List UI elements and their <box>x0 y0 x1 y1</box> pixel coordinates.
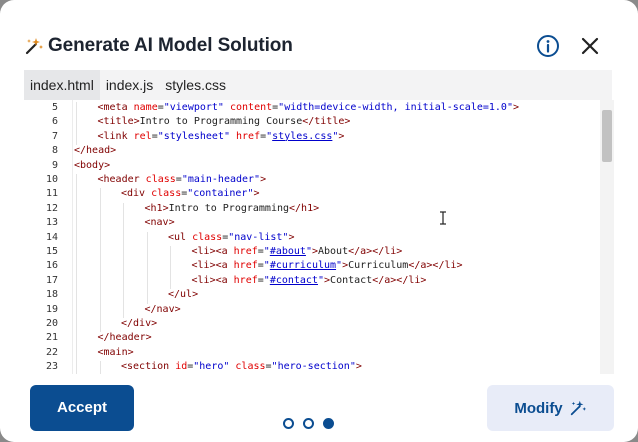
line-number: 10 <box>45 174 58 185</box>
code-line: <div class="container"> <box>121 188 260 200</box>
line-number: 8 <box>51 145 58 157</box>
indent-guide <box>99 188 101 333</box>
modify-button-label: Modify <box>514 399 563 417</box>
editor-scrollbar[interactable] <box>600 100 614 374</box>
close-icon[interactable] <box>580 36 600 56</box>
code-line: </div> <box>121 318 158 329</box>
dialog-footer: Accept Modify <box>0 380 638 442</box>
code-line: </head> <box>74 145 117 157</box>
line-number: 15 <box>45 246 58 257</box>
indent-guide <box>146 231 148 304</box>
dialog-header: Generate AI Model Solution <box>24 32 614 62</box>
line-number: 9 <box>51 159 58 171</box>
code-line: <section id="hero" class="hero-section"> <box>121 361 362 373</box>
file-tabs: index.html index.js styles.css <box>24 70 612 100</box>
tab-index-html[interactable]: index.html <box>24 70 100 100</box>
indent-guide <box>99 361 101 374</box>
line-number: 23 <box>45 361 58 373</box>
code-line: <li><a href="#contact">Contact</a></li> <box>191 274 427 286</box>
code-line: </ul> <box>168 289 199 301</box>
indent-guide <box>123 202 124 318</box>
line-number: 17 <box>45 274 58 286</box>
line-number: 21 <box>45 332 58 344</box>
line-number: 18 <box>45 289 58 301</box>
code-line: </header> <box>97 332 152 344</box>
code-line: <link rel="stylesheet" href="styles.css"… <box>97 130 345 142</box>
line-number: 14 <box>45 231 58 243</box>
pagination-dots <box>283 418 334 429</box>
line-number: 16 <box>45 260 58 272</box>
magic-wand-icon <box>25 38 43 55</box>
code-line: <nav> <box>144 217 175 229</box>
line-number: 22 <box>45 346 58 358</box>
gutter-divider <box>72 100 73 374</box>
pagination-dot[interactable] <box>303 418 314 429</box>
line-number: 5 <box>51 102 58 113</box>
code-line: <body> <box>74 159 111 171</box>
code-line: <header class="main-header"> <box>97 174 267 185</box>
code-line: <li><a href="#curriculum">Curriculum</a>… <box>191 260 463 272</box>
pagination-dot[interactable] <box>323 418 334 429</box>
line-number-gutter: 5 6 7 8 9 10 11 12 13 14 15 16 17 18 19 20 21 22 23 <box>24 100 64 374</box>
tab-index-js[interactable]: index.js <box>100 70 159 100</box>
line-number: 12 <box>45 202 58 214</box>
indent-guide <box>170 246 171 290</box>
code-line: <ul class="nav-list"> <box>168 231 295 243</box>
accept-button[interactable]: Accept <box>30 385 134 431</box>
magic-wand-icon <box>570 400 586 416</box>
line-number: 7 <box>51 130 58 142</box>
pagination-dot[interactable] <box>283 418 294 429</box>
info-icon[interactable] <box>536 34 560 58</box>
line-number: 13 <box>45 217 58 229</box>
line-number: 11 <box>45 188 58 200</box>
scrollbar-thumb[interactable] <box>602 110 612 162</box>
indent-guide <box>76 174 77 374</box>
line-number: 19 <box>45 303 58 315</box>
code-line: <h1>Intro to Programming</h1> <box>144 202 320 214</box>
modify-button[interactable]: Modify <box>487 385 614 431</box>
tab-styles-css[interactable]: styles.css <box>159 70 232 100</box>
dialog-title: Generate AI Model Solution <box>48 35 293 56</box>
line-number: 20 <box>45 318 58 329</box>
code-line: </nav> <box>144 303 181 315</box>
code-line: <main> <box>97 346 134 358</box>
ai-solution-dialog: Generate AI Model Solution index.html in… <box>0 0 638 442</box>
code-line: <li><a href="#about">About</a></li> <box>191 246 403 257</box>
code-editor[interactable]: 5 6 7 8 9 10 11 12 13 14 15 16 17 18 19 20 21 22 23 <meta … <box>24 100 614 374</box>
code-line: <title>Intro to Programming Course</titl… <box>97 116 351 128</box>
indent-guide <box>76 102 77 146</box>
code-line: <meta name="viewport" content="width=dev… <box>97 102 520 113</box>
text-cursor-icon <box>440 211 446 225</box>
line-number: 6 <box>51 116 58 128</box>
title-group: Generate AI Model Solution <box>24 35 293 57</box>
